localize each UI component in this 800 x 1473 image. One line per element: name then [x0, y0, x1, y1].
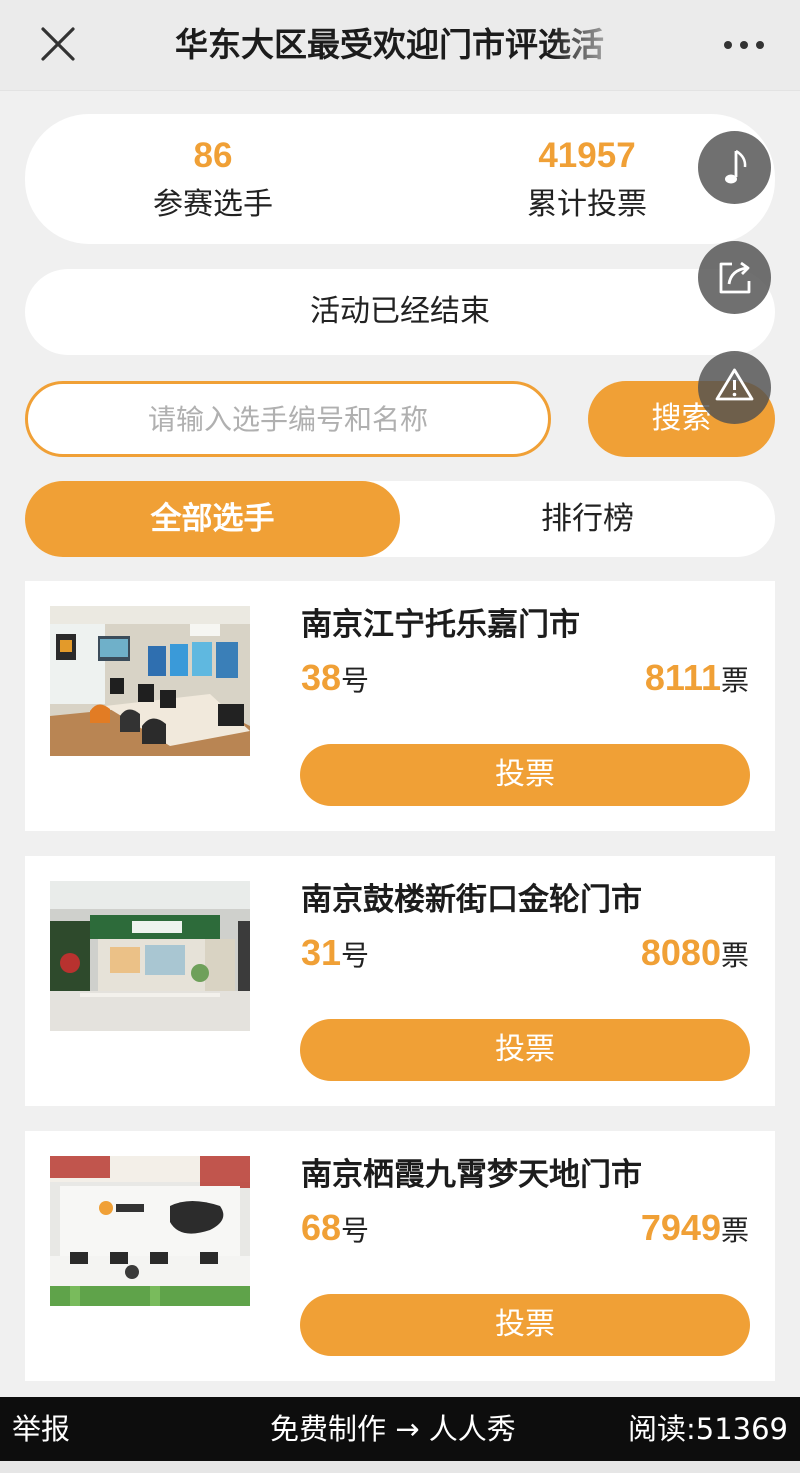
music-note-icon — [725, 149, 747, 184]
entry-votes: 8111票 — [644, 657, 749, 698]
total-votes-label: 累计投票 — [527, 187, 647, 222]
read-count: 阅读:51369 — [627, 1412, 788, 1446]
list-item: 南京栖霞九霄梦天地门市 68号 7949票 投票 — [25, 1131, 775, 1381]
entry-votes: 8080票 — [640, 932, 749, 973]
vote-button[interactable]: 投票 — [300, 1294, 750, 1356]
report-link[interactable]: 举报 — [12, 1397, 70, 1461]
votes-stat: 41957 累计投票 — [437, 136, 737, 222]
storefront-photo — [50, 881, 250, 1031]
tab-bar: 全部选手 排行榜 — [25, 481, 775, 557]
entry-name: 南京江宁托乐嘉门市 — [301, 607, 580, 643]
office-interior-photo — [50, 606, 250, 756]
share-button[interactable] — [698, 241, 771, 314]
activity-status: 活动已经结束 — [25, 269, 775, 355]
top-bar: 华东大区最受欢迎门市评选活 — [0, 0, 800, 91]
footer-bar: 举报 免费制作 → 人人秀 阅读:51369 — [0, 1397, 800, 1461]
page-title: 华东大区最受欢迎门市评选活 — [175, 25, 604, 64]
list-item: 南京鼓楼新街口金轮门市 31号 8080票 投票 — [25, 856, 775, 1106]
close-icon — [41, 27, 75, 61]
entry-number: 38号 — [301, 657, 370, 698]
vote-button[interactable]: 投票 — [300, 1019, 750, 1081]
entry-number: 31号 — [301, 932, 370, 973]
free-make-link[interactable]: 免费制作 → 人人秀 — [270, 1397, 516, 1461]
share-icon — [719, 261, 751, 294]
search-input[interactable] — [25, 381, 551, 457]
entry-name: 南京栖霞九霄梦天地门市 — [301, 1157, 642, 1193]
players-count: 86 — [193, 136, 233, 175]
players-label: 参赛选手 — [153, 187, 273, 222]
close-button[interactable] — [38, 24, 78, 64]
bottom-strip — [0, 1461, 800, 1473]
report-warning-button[interactable] — [698, 351, 771, 424]
service-counter-photo — [50, 1156, 250, 1306]
tab-ranking[interactable]: 排行榜 — [400, 481, 775, 557]
entry-name: 南京鼓楼新街口金轮门市 — [301, 882, 642, 918]
list-item: 南京江宁托乐嘉门市 38号 8111票 投票 — [25, 581, 775, 831]
stats-card: 86 参赛选手 41957 累计投票 — [25, 114, 775, 244]
warning-icon — [715, 368, 754, 401]
tab-all-players[interactable]: 全部选手 — [25, 481, 400, 557]
more-options-button[interactable] — [722, 30, 766, 58]
entry-votes: 7949票 — [640, 1207, 749, 1248]
total-votes-count: 41957 — [538, 136, 636, 175]
music-toggle-button[interactable] — [698, 131, 771, 204]
vote-button[interactable]: 投票 — [300, 744, 750, 806]
players-stat: 86 参赛选手 — [63, 136, 363, 222]
entry-number: 68号 — [301, 1207, 370, 1248]
